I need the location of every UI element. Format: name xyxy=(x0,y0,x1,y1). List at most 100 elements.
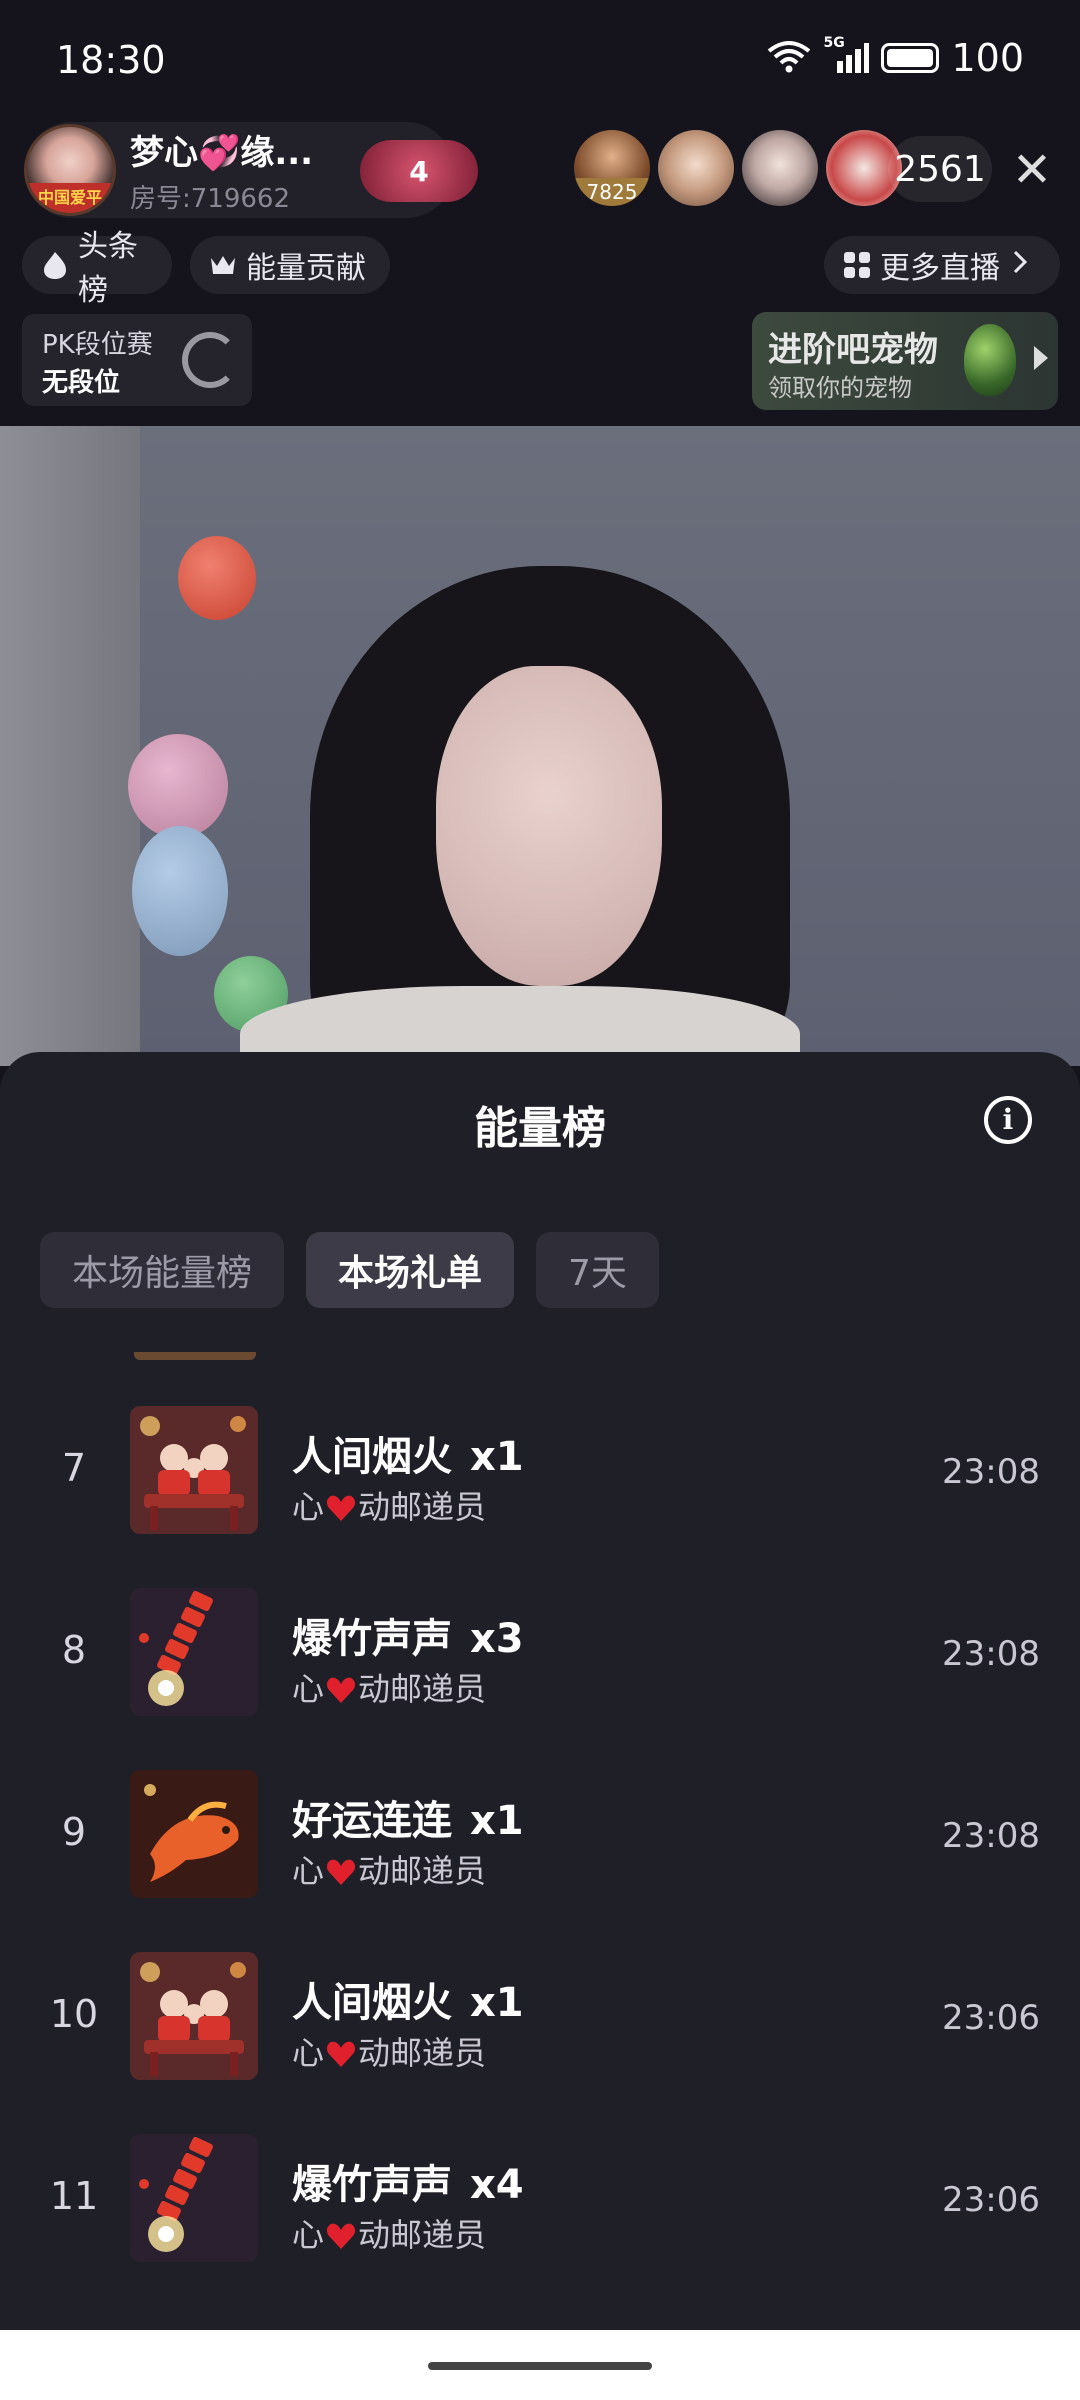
tab-session-energy[interactable]: 本场能量榜 xyxy=(40,1232,285,1308)
gift-time: 23:08 xyxy=(942,1816,1040,1856)
gift-list-item[interactable]: 9 好运连连 x1 心动邮递员 23:08 xyxy=(0,1760,1080,1920)
viewer-avatar[interactable] xyxy=(742,130,818,206)
host-avatar[interactable]: 中国爱平 xyxy=(24,124,116,216)
gift-name-line: 爆竹声声 x3 xyxy=(292,1606,524,1664)
close-button[interactable]: ✕ xyxy=(1008,140,1056,200)
gift-name-line: 爆竹声声 x4 xyxy=(292,2152,524,2210)
sheet-tabs: 本场能量榜 本场礼单 7天 xyxy=(40,1232,659,1308)
gift-quantity: x1 xyxy=(470,1980,524,2026)
gift-name: 人间烟火 xyxy=(292,1434,452,1480)
battery-percent: 100 xyxy=(951,36,1024,80)
gift-thumbnail xyxy=(130,1770,258,1898)
host-name: 梦心💞缘... xyxy=(130,133,314,173)
gift-list-item[interactable]: 8 爆竹声声 x3 心动邮递员 23:08 xyxy=(0,1578,1080,1738)
balloon-blue xyxy=(132,826,228,956)
viewer-avatar[interactable]: 7825 xyxy=(574,130,650,206)
sender-name-part2: 动邮递员 xyxy=(358,1488,487,1526)
balloon-red xyxy=(178,536,256,620)
headline-rank-chip[interactable]: 头条榜 xyxy=(22,229,172,308)
tab-7-days[interactable]: 7天 xyxy=(536,1232,659,1308)
viewer-count[interactable]: 2561 xyxy=(888,136,992,202)
pk-logo-icon xyxy=(182,332,238,388)
sender-name-part2: 动邮递员 xyxy=(358,1852,487,1890)
streamer-face xyxy=(436,666,662,986)
gift-sender[interactable]: 心动邮递员 xyxy=(292,1664,486,1710)
gift-name-line: 人间烟火 x1 xyxy=(292,1970,524,2028)
video-wall xyxy=(0,426,140,1066)
heart-icon xyxy=(326,1492,356,1521)
more-live-chip[interactable]: 更多直播 xyxy=(824,236,1060,294)
gift-name-line: 人间烟火 x1 xyxy=(292,1424,524,1482)
previous-item-edge xyxy=(134,1352,256,1360)
gift-time: 23:08 xyxy=(942,1634,1040,1674)
gift-time: 23:08 xyxy=(942,1452,1040,1492)
gift-quantity: x1 xyxy=(470,1434,524,1480)
viewer-avatar[interactable] xyxy=(658,130,734,206)
heart-icon xyxy=(326,2220,356,2249)
battery-icon xyxy=(881,43,940,73)
pk-title: PK段位赛 xyxy=(42,330,153,360)
host-info-pill[interactable]: 中国爱平 梦心💞缘... 房号:719662 4 xyxy=(24,122,478,218)
sender-name-part1: 心 xyxy=(292,1488,325,1526)
signal-icon: 5G xyxy=(823,35,870,75)
chevron-right-icon xyxy=(1012,248,1028,283)
gift-thumbnail xyxy=(130,2134,258,2262)
top-chip-row: 头条榜 能量贡献 更多直播 xyxy=(0,229,1080,308)
viewer-count-value: 2561 xyxy=(894,148,986,190)
gift-thumbnail xyxy=(130,1588,258,1716)
gift-thumbnail xyxy=(130,1406,258,1534)
gift-quantity: x4 xyxy=(470,2162,524,2208)
heart-level: 4 xyxy=(409,154,429,188)
sender-name-part1: 心 xyxy=(292,1852,325,1890)
heart-level-badge[interactable]: 4 xyxy=(360,140,478,202)
gift-thumbnail xyxy=(130,1952,258,2080)
home-indicator[interactable] xyxy=(428,2362,652,2370)
status-bar: 18:30 5G 100 xyxy=(0,0,1080,120)
balloon-pink xyxy=(128,734,228,838)
viewer-level: 7825 xyxy=(574,178,650,206)
live-video[interactable] xyxy=(0,426,1080,1066)
pk-rank: 无段位 xyxy=(42,368,121,398)
gift-sender[interactable]: 心动邮递员 xyxy=(292,1482,486,1528)
tab-session-gifts[interactable]: 本场礼单 xyxy=(306,1232,515,1308)
gift-sender[interactable]: 心动邮递员 xyxy=(292,2210,486,2256)
navigation-bar xyxy=(0,2330,1080,2400)
gift-rank: 10 xyxy=(49,1992,99,2036)
wifi-icon xyxy=(767,39,811,77)
gift-name-line: 好运连连 x1 xyxy=(292,1788,524,1846)
flame-icon xyxy=(40,250,70,280)
more-live-label: 更多直播 xyxy=(880,251,1000,286)
sender-name-part1: 心 xyxy=(292,2034,325,2072)
pet-banner-subtitle: 领取你的宠物 xyxy=(768,374,912,402)
gift-sender[interactable]: 心动邮递员 xyxy=(292,1846,486,1892)
gift-rank: 11 xyxy=(49,2174,99,2218)
gift-quantity: x1 xyxy=(470,1798,524,1844)
gift-sender[interactable]: 心动邮递员 xyxy=(292,2028,486,2074)
gift-name: 爆竹声声 xyxy=(292,1616,452,1662)
gift-rank: 7 xyxy=(61,1446,87,1490)
gift-list-item[interactable]: 7 人间烟火 x1 心动邮递员 23:08 xyxy=(0,1396,1080,1556)
sender-name-part2: 动邮递员 xyxy=(358,1670,487,1708)
heart-icon xyxy=(326,1856,356,1885)
pet-egg-icon xyxy=(964,324,1016,396)
gift-list-item[interactable]: 11 爆竹声声 x4 心动邮递员 23:06 xyxy=(0,2124,1080,2284)
status-icons: 5G 100 xyxy=(767,35,1024,80)
gift-list[interactable]: 7 人间烟火 x1 心动邮递员 23:08 8 爆竹声声 x3 心动邮递员 23:08 9 好运连连 x… xyxy=(0,1352,1080,2322)
gift-name: 爆竹声声 xyxy=(292,2162,452,2208)
headline-rank-label: 头条榜 xyxy=(78,229,138,308)
pet-banner-title: 进阶吧宠物 xyxy=(768,330,938,370)
screen: { "status_bar": { "time": "18:30", "netw… xyxy=(0,0,1080,2400)
crown-icon xyxy=(208,250,238,280)
top-viewers: 7825 xyxy=(574,130,902,206)
gift-list-item[interactable]: 10 人间烟火 x1 心动邮递员 23:06 xyxy=(0,1942,1080,2102)
pet-banner[interactable]: 进阶吧宠物 领取你的宠物 xyxy=(752,312,1058,410)
info-icon[interactable]: i xyxy=(984,1096,1032,1144)
gift-name: 人间烟火 xyxy=(292,1980,452,2026)
pk-rank-card[interactable]: PK段位赛 无段位 xyxy=(22,314,252,406)
energy-contribution-chip[interactable]: 能量贡献 xyxy=(190,236,390,294)
heart-icon xyxy=(326,1674,356,1703)
sender-name-part2: 动邮递员 xyxy=(358,2034,487,2072)
energy-contribution-label: 能量贡献 xyxy=(246,251,366,286)
host-text: 梦心💞缘... 房号:719662 xyxy=(130,125,350,215)
play-arrow-icon xyxy=(1034,346,1048,370)
